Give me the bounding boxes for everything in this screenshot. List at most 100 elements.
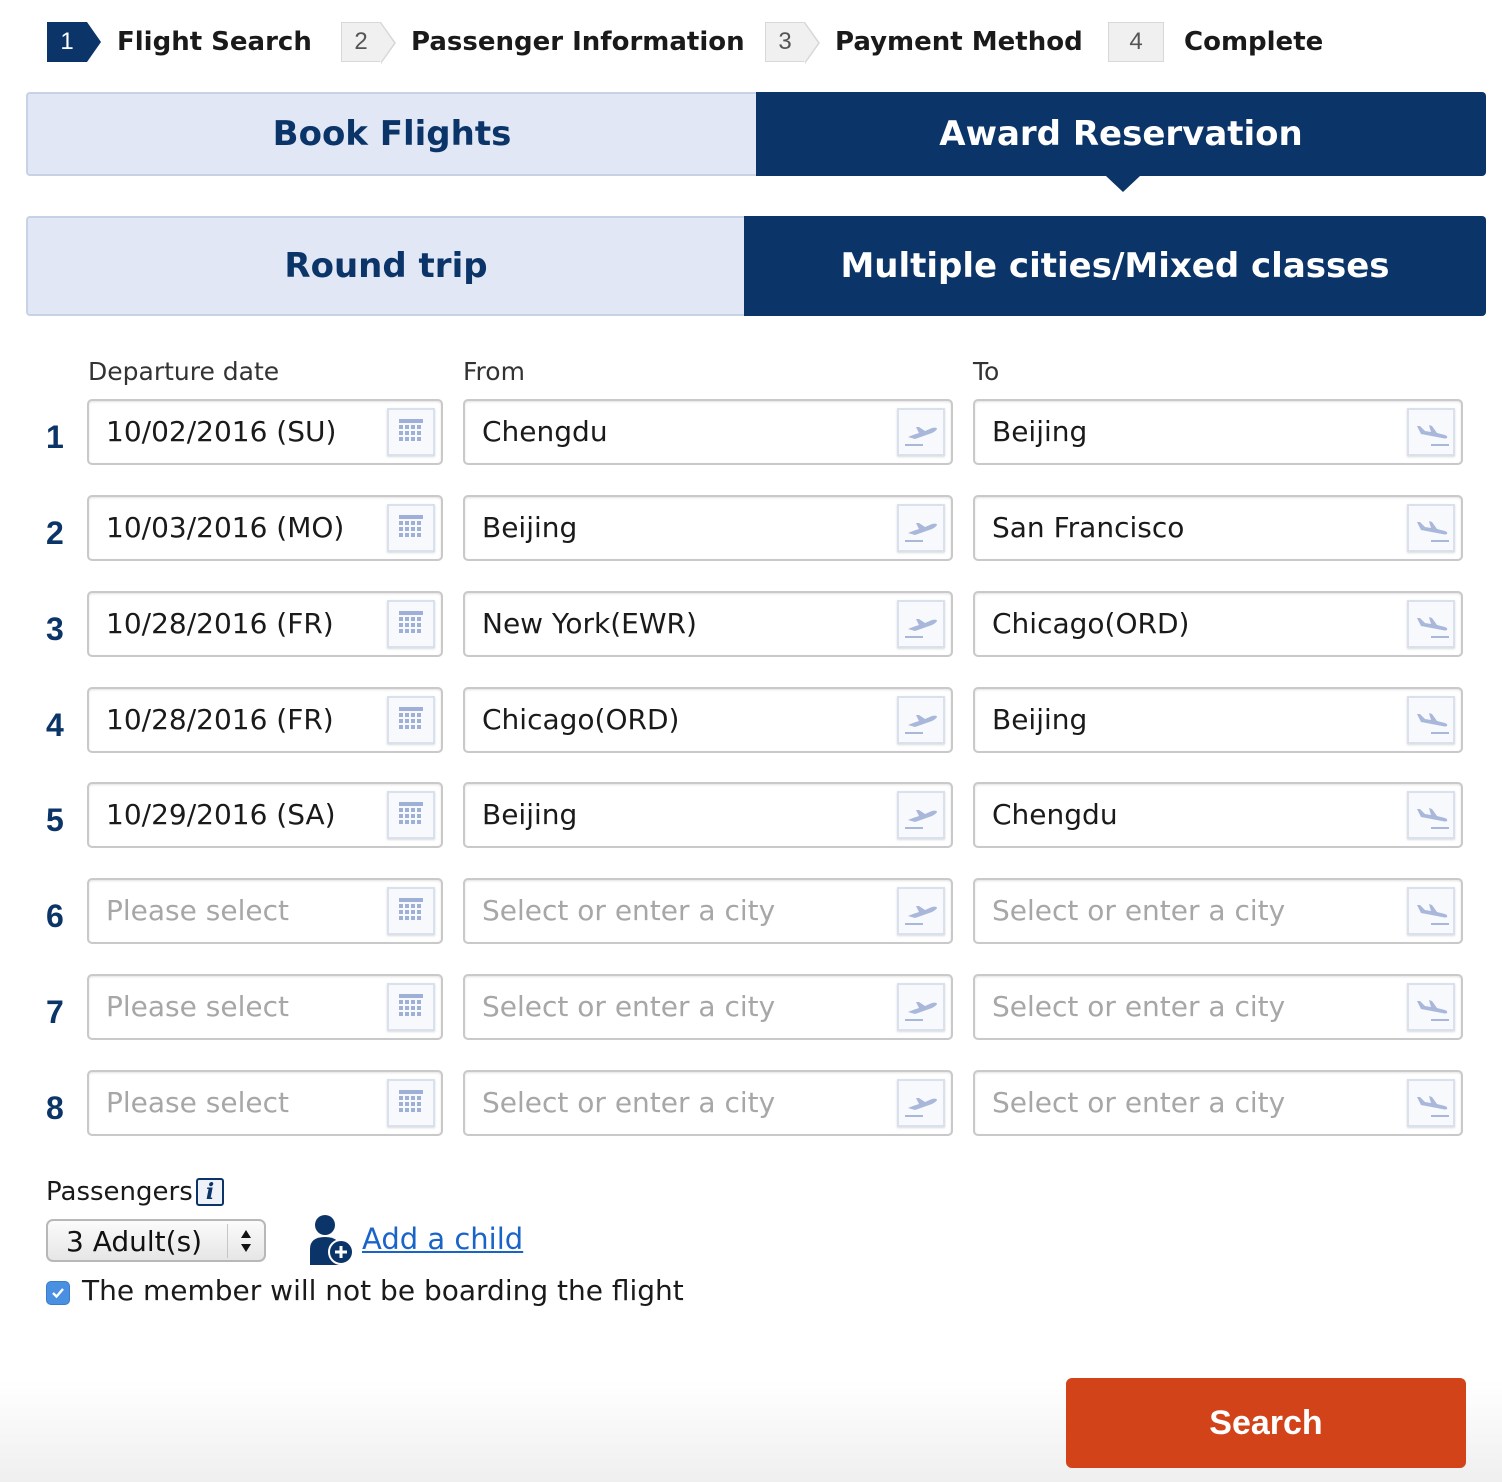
step-number: 2 <box>341 22 396 64</box>
from-city-input[interactable]: Select or enter a city <box>463 1070 953 1136</box>
field-value: Beijing <box>992 703 1088 736</box>
tab-award-reservation[interactable]: Award Reservation <box>756 92 1486 192</box>
segment-number: 2 <box>46 515 64 551</box>
arrival-plane-icon[interactable] <box>1407 887 1455 935</box>
add-person-icon[interactable] <box>306 1213 354 1265</box>
calendar-icon[interactable] <box>387 887 435 935</box>
departure-plane-icon[interactable] <box>897 504 945 552</box>
segment-number: 7 <box>46 994 64 1030</box>
search-button[interactable]: Search <box>1066 1378 1466 1468</box>
segment-number: 8 <box>46 1090 64 1126</box>
step-number: 3 <box>765 22 820 64</box>
field-placeholder: Please select <box>106 894 289 927</box>
field-placeholder: Select or enter a city <box>482 894 776 927</box>
segment-number: 3 <box>46 611 64 647</box>
field-value: Beijing <box>482 798 578 831</box>
departure-plane-icon[interactable] <box>897 887 945 935</box>
field-placeholder: Select or enter a city <box>992 990 1286 1023</box>
departure-date-input[interactable]: 10/29/2016 (SA) <box>87 782 443 848</box>
field-value: 10/28/2016 (FR) <box>106 607 334 640</box>
from-city-input[interactable]: Chicago(ORD) <box>463 687 953 753</box>
calendar-icon[interactable] <box>387 408 435 456</box>
field-value: 10/28/2016 (FR) <box>106 703 334 736</box>
step-label: Flight Search <box>117 27 312 57</box>
departure-date-input[interactable]: Please select <box>87 974 443 1040</box>
member-not-boarding-checkbox[interactable] <box>46 1281 70 1305</box>
departure-date-input[interactable]: 10/03/2016 (MO) <box>87 495 443 561</box>
add-child-link[interactable]: Add a child <box>362 1222 523 1256</box>
segment-row: 5 10/29/2016 (SA) Beijing Chengdu <box>0 782 1502 848</box>
arrival-plane-icon[interactable] <box>1407 504 1455 552</box>
arrival-plane-icon[interactable] <box>1407 600 1455 648</box>
step-number: 4 <box>1108 22 1164 62</box>
field-value: San Francisco <box>992 511 1185 544</box>
field-value: Beijing <box>992 415 1088 448</box>
tab-multiple-cities[interactable]: Multiple cities/Mixed classes <box>744 216 1486 316</box>
to-label: To <box>973 357 1000 386</box>
to-city-input[interactable]: Chicago(ORD) <box>973 591 1463 657</box>
arrival-plane-icon[interactable] <box>1407 791 1455 839</box>
active-tab-pointer <box>1106 176 1140 192</box>
field-value: Chicago(ORD) <box>992 607 1190 640</box>
from-city-input[interactable]: Select or enter a city <box>463 878 953 944</box>
calendar-icon[interactable] <box>387 791 435 839</box>
passengers-label: Passengers <box>46 1177 193 1207</box>
to-city-input[interactable]: Chengdu <box>973 782 1463 848</box>
from-city-input[interactable]: Beijing <box>463 495 953 561</box>
segment-row: 2 10/03/2016 (MO) Beijing San Francisco <box>0 495 1502 561</box>
departure-plane-icon[interactable] <box>897 791 945 839</box>
departure-plane-icon[interactable] <box>897 983 945 1031</box>
calendar-icon[interactable] <box>387 1079 435 1127</box>
departure-date-input[interactable]: 10/02/2016 (SU) <box>87 399 443 465</box>
from-city-input[interactable]: Select or enter a city <box>463 974 953 1040</box>
arrival-plane-icon[interactable] <box>1407 408 1455 456</box>
departure-date-input[interactable]: 10/28/2016 (FR) <box>87 687 443 753</box>
to-city-input[interactable]: San Francisco <box>973 495 1463 561</box>
departure-plane-icon[interactable] <box>897 600 945 648</box>
from-city-input[interactable]: Beijing <box>463 782 953 848</box>
calendar-icon[interactable] <box>387 983 435 1031</box>
from-city-input[interactable]: New York(EWR) <box>463 591 953 657</box>
departure-date-input[interactable]: Please select <box>87 878 443 944</box>
to-city-input[interactable]: Beijing <box>973 687 1463 753</box>
to-city-input[interactable]: Select or enter a city <box>973 1070 1463 1136</box>
to-city-input[interactable]: Beijing <box>973 399 1463 465</box>
arrival-plane-icon[interactable] <box>1407 983 1455 1031</box>
departure-plane-icon[interactable] <box>897 408 945 456</box>
trip-type-tabs: Round trip Multiple cities/Mixed classes <box>26 216 1486 316</box>
tab-label: Award Reservation <box>939 114 1303 154</box>
segment-row: 7 Please select Select or enter a city S… <box>0 974 1502 1040</box>
field-value: Chicago(ORD) <box>482 703 680 736</box>
arrival-plane-icon[interactable] <box>1407 1079 1455 1127</box>
segment-number: 4 <box>46 707 64 743</box>
calendar-icon[interactable] <box>387 696 435 744</box>
calendar-icon[interactable] <box>387 504 435 552</box>
field-value: 10/03/2016 (MO) <box>106 511 345 544</box>
calendar-icon[interactable] <box>387 600 435 648</box>
segment-row: 4 10/28/2016 (FR) Chicago(ORD) Beijing <box>0 687 1502 753</box>
to-city-input[interactable]: Select or enter a city <box>973 974 1463 1040</box>
step-payment-method: 3 Payment Method <box>765 22 1083 64</box>
field-placeholder: Select or enter a city <box>992 894 1286 927</box>
departure-plane-icon[interactable] <box>897 696 945 744</box>
departure-plane-icon[interactable] <box>897 1079 945 1127</box>
to-city-input[interactable]: Select or enter a city <box>973 878 1463 944</box>
field-placeholder: Please select <box>106 990 289 1023</box>
segment-row: 8 Please select Select or enter a city S… <box>0 1070 1502 1136</box>
arrival-plane-icon[interactable] <box>1407 696 1455 744</box>
tab-book-flights[interactable]: Book Flights <box>26 92 756 176</box>
field-value: 10/29/2016 (SA) <box>106 798 336 831</box>
select-arrows-icon <box>241 1230 251 1252</box>
segment-number: 5 <box>46 802 64 838</box>
info-icon[interactable]: i <box>196 1178 224 1206</box>
departure-date-input[interactable]: 10/28/2016 (FR) <box>87 591 443 657</box>
tab-round-trip[interactable]: Round trip <box>26 216 744 316</box>
step-label: Payment Method <box>835 27 1083 57</box>
from-city-input[interactable]: Chengdu <box>463 399 953 465</box>
member-not-boarding-label: The member will not be boarding the flig… <box>82 1274 684 1307</box>
select-divider <box>227 1224 228 1258</box>
step-complete: 4 Complete <box>1108 22 1323 62</box>
passenger-count-select[interactable]: 3 Adult(s) <box>46 1219 266 1262</box>
segment-row: 1 10/02/2016 (SU) Chengdu Beijing <box>0 399 1502 465</box>
departure-date-input[interactable]: Please select <box>87 1070 443 1136</box>
